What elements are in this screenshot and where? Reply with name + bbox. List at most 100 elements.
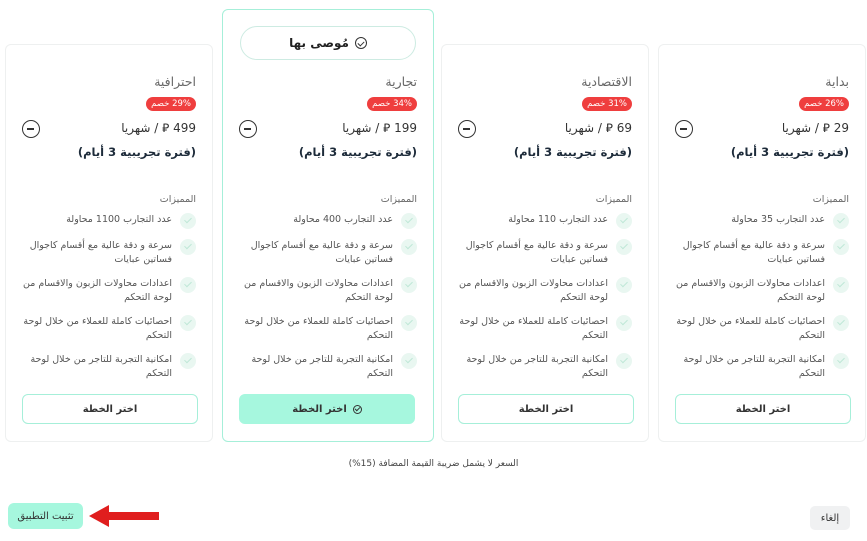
trial-period: (فترة تجريبية 3 أيام) [77,145,196,159]
feature-text: امكانية التجربة للتاجر من خلال لوحة التح… [251,354,393,379]
feature-item: عدد التجارب 110 محاولة [454,213,632,229]
feature-text: اعدادات محاولات الزبون والاقسام من لوحة … [23,278,172,303]
plan-name: احترافية [154,74,196,89]
check-circle-icon [352,404,362,414]
feature-text: سرعة و دقة عالية مع أقسام كاجوال فساتين … [682,240,825,265]
trial-period: (فترة تجريبية 3 أيام) [730,145,849,159]
plan-card-starter: بداية 26% خصم 29 ⃁ / شهريا (فترة تجريبية… [658,44,866,442]
check-icon [616,277,632,293]
check-icon [180,239,196,255]
features-list: عدد التجارب 400 محاولة سرعة و دقة عالية … [235,213,417,391]
features-title: المميزات [159,194,196,205]
choose-plan-label: اختر الخطة [735,403,791,415]
feature-item: اعدادات محاولات الزبون والاقسام من لوحة … [671,277,849,305]
vat-note: السعر لا يشمل ضريبة القيمة المضافة (15%) [348,459,519,469]
collapse-minus-icon[interactable] [239,120,257,138]
price-row: 199 ⃁ / شهريا [239,120,417,139]
discount-badge: 26% خصم [799,97,849,111]
feature-text: احصائيات كاملة للعملاء من خلال لوحة التح… [459,316,608,341]
feature-text: احصائيات كاملة للعملاء من خلال لوحة التح… [23,316,172,341]
check-icon [180,277,196,293]
features-list: عدد التجارب 35 محاولة سرعة و دقة عالية م… [671,213,849,391]
collapse-minus-icon[interactable] [22,120,40,138]
discount-badge: 34% خصم [367,97,417,111]
check-icon [833,315,849,331]
feature-text: امكانية التجربة للتاجر من خلال لوحة التح… [30,354,172,379]
choose-plan-label: اختر الخطة [292,403,347,415]
feature-text: عدد التجارب 35 محاولة [731,214,825,225]
check-icon [833,353,849,369]
check-icon [180,213,196,229]
feature-item: عدد التجارب 35 محاولة [671,213,849,229]
check-icon [401,353,417,369]
plan-price: 199 ⃁ / شهريا [342,121,417,135]
feature-text: احصائيات كاملة للعملاء من خلال لوحة التح… [676,316,825,341]
price-row: 499 ⃁ / شهريا [22,120,196,139]
feature-text: سرعة و دقة عالية مع أقسام كاجوال فساتين … [250,240,393,265]
collapse-minus-icon[interactable] [675,120,693,138]
feature-item: اعدادات محاولات الزبون والاقسام من لوحة … [235,277,417,305]
choose-plan-button[interactable]: اختر الخطة [239,394,415,424]
features-list: عدد التجارب 1100 محاولة سرعة و دقة عالية… [18,213,196,391]
feature-item: عدد التجارب 400 محاولة [235,213,417,229]
features-title: المميزات [812,194,849,205]
price-row: 29 ⃁ / شهريا [675,120,849,139]
feature-item: سرعة و دقة عالية مع أقسام كاجوال فساتين … [18,239,196,267]
feature-item: احصائيات كاملة للعملاء من خلال لوحة التح… [671,315,849,343]
feature-text: امكانية التجربة للتاجر من خلال لوحة التح… [683,354,825,379]
choose-plan-button[interactable]: اختر الخطة [22,394,198,424]
feature-text: عدد التجارب 1100 محاولة [66,214,172,225]
plan-name: تجارية [385,74,417,89]
feature-item: سرعة و دقة عالية مع أقسام كاجوال فساتين … [235,239,417,267]
collapse-minus-icon[interactable] [458,120,476,138]
feature-item: امكانية التجربة للتاجر من خلال لوحة التح… [671,353,849,381]
check-icon [833,213,849,229]
trial-period: (فترة تجريبية 3 أيام) [298,145,417,159]
check-icon [401,213,417,229]
check-icon [401,277,417,293]
choose-plan-label: اختر الخطة [518,403,574,415]
choose-plan-label: اختر الخطة [82,403,138,415]
red-arrow-annotation-icon [89,505,159,527]
feature-item: امكانية التجربة للتاجر من خلال لوحة التح… [18,353,196,381]
feature-item: سرعة و دقة عالية مع أقسام كاجوال فساتين … [671,239,849,267]
discount-badge: 31% خصم [582,97,632,111]
plan-name: بداية [825,74,849,89]
discount-badge: 29% خصم [146,97,196,111]
feature-text: عدد التجارب 400 محاولة [293,214,393,225]
check-icon [616,213,632,229]
feature-item: امكانية التجربة للتاجر من خلال لوحة التح… [235,353,417,381]
check-icon [616,315,632,331]
install-app-button[interactable]: تثبيت التطبيق [8,503,83,529]
feature-item: احصائيات كاملة للعملاء من خلال لوحة التح… [18,315,196,343]
choose-plan-button[interactable]: اختر الخطة [675,394,851,424]
feature-text: اعدادات محاولات الزبون والاقسام من لوحة … [244,278,393,303]
feature-item: امكانية التجربة للتاجر من خلال لوحة التح… [454,353,632,381]
trial-period: (فترة تجريبية 3 أيام) [513,145,632,159]
feature-item: اعدادات محاولات الزبون والاقسام من لوحة … [454,277,632,305]
plan-card-business: مُوصى بها تجارية 34% خصم 199 ⃁ / شهريا (… [222,9,434,442]
feature-text: اعدادات محاولات الزبون والاقسام من لوحة … [459,278,608,303]
plan-price: 29 ⃁ / شهريا [781,121,849,135]
feature-item: سرعة و دقة عالية مع أقسام كاجوال فساتين … [454,239,632,267]
card-body: تجارية 34% خصم 199 ⃁ / شهريا (فترة تجريب… [223,45,433,441]
check-icon [180,315,196,331]
feature-item: احصائيات كاملة للعملاء من خلال لوحة التح… [235,315,417,343]
choose-plan-button[interactable]: اختر الخطة [458,394,634,424]
feature-text: سرعة و دقة عالية مع أقسام كاجوال فساتين … [29,240,172,265]
check-icon [616,353,632,369]
feature-text: اعدادات محاولات الزبون والاقسام من لوحة … [676,278,825,303]
cancel-button[interactable]: إلغاء [810,506,850,530]
check-icon [401,315,417,331]
feature-text: عدد التجارب 110 محاولة [508,214,608,225]
check-icon [833,277,849,293]
check-icon [180,353,196,369]
feature-text: احصائيات كاملة للعملاء من خلال لوحة التح… [244,316,393,341]
feature-text: امكانية التجربة للتاجر من خلال لوحة التح… [466,354,608,379]
price-row: 69 ⃁ / شهريا [458,120,632,139]
check-icon [616,239,632,255]
plan-price: 69 ⃁ / شهريا [564,121,632,135]
features-title: المميزات [380,194,417,205]
check-icon [401,239,417,255]
feature-text: سرعة و دقة عالية مع أقسام كاجوال فساتين … [465,240,608,265]
